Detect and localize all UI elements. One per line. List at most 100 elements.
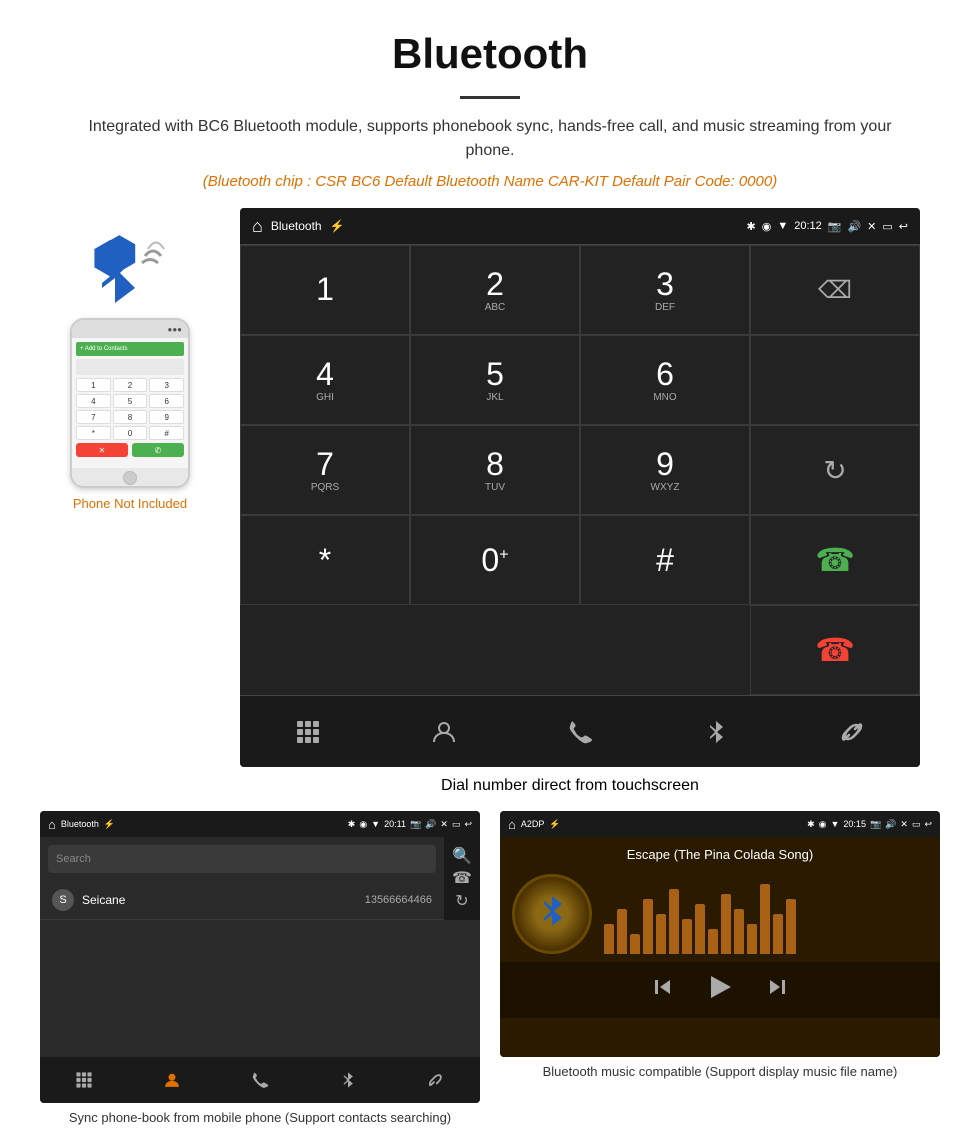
window-icon[interactable]: ▭ [882, 220, 892, 233]
phone-key-8[interactable]: 8 [113, 410, 148, 424]
camera-icon[interactable]: 📷 [828, 220, 842, 233]
refresh-icon: ↻ [823, 454, 846, 487]
phone-key-6[interactable]: 6 [149, 394, 184, 408]
pb-phone-sidebar-icon[interactable]: ☎ [452, 868, 472, 888]
page-title: Bluetooth [0, 0, 980, 88]
play-pause-button[interactable] [705, 972, 735, 1008]
music-screen-content: Escape (The Pina Colada Song) [500, 837, 940, 1057]
call-red-icon: ☎ [815, 631, 855, 669]
dial-key-8[interactable]: 8 TUV [410, 425, 580, 515]
dial-android-screen: ⌂ Bluetooth ⚡ ✱ ◉ ▼ 20:12 📷 🔊 ✕ ▭ ↩ [240, 208, 920, 767]
pb-refresh-sidebar-icon[interactable]: ↻ [455, 891, 468, 911]
phone-key-9[interactable]: 9 [149, 410, 184, 424]
dial-screen-caption: Dial number direct from touchscreen [200, 777, 940, 795]
nav-phone-icon[interactable] [512, 696, 648, 767]
music-camera-icon[interactable]: 📷 [870, 819, 881, 830]
pb-loc-icon: ◉ [359, 819, 367, 830]
pb-screen-title: Bluetooth [61, 819, 99, 829]
pb-nav-link[interactable] [392, 1057, 480, 1103]
next-track-button[interactable] [765, 975, 789, 1005]
music-back-icon[interactable]: ↩ [924, 819, 932, 830]
call-green-icon: ☎ [815, 541, 855, 579]
pb-home-icon[interactable]: ⌂ [48, 817, 56, 832]
back-icon[interactable]: ↩ [899, 220, 908, 233]
nav-dialpad-icon[interactable] [240, 696, 376, 767]
prev-track-button[interactable] [651, 975, 675, 1005]
dial-key-3[interactable]: 3 DEF [580, 245, 750, 335]
viz-bar [786, 899, 796, 954]
dial-refresh-cell[interactable]: ↻ [750, 425, 920, 515]
dial-key-4[interactable]: 4 GHI [240, 335, 410, 425]
dial-key-star[interactable]: * [240, 515, 410, 605]
pb-contact-row[interactable]: S Seicane 13566664466 [40, 881, 444, 920]
close-icon[interactable]: ✕ [867, 220, 876, 233]
pb-nav-dialpad[interactable] [40, 1057, 128, 1103]
phonebook-android-screen: ⌂ Bluetooth ⚡ ✱ ◉ ▼ 20:11 📷 🔊 ✕ ▭ ↩ [40, 811, 480, 1103]
viz-bar [708, 929, 718, 954]
phone-key-4[interactable]: 4 [76, 394, 111, 408]
dial-call-red-cell[interactable]: ☎ [750, 605, 920, 695]
viz-bar [773, 914, 783, 954]
dial-key-7[interactable]: 7 PQRS [240, 425, 410, 515]
music-close-icon[interactable]: ✕ [900, 819, 908, 830]
pb-window-icon[interactable]: ▭ [452, 819, 461, 830]
phone-key-2[interactable]: 2 [113, 378, 148, 392]
pb-status-left: ⌂ Bluetooth ⚡ [48, 817, 115, 832]
viz-bar [643, 899, 653, 954]
usb-icon: ⚡ [330, 219, 345, 233]
pb-nav-phone[interactable] [216, 1057, 304, 1103]
pb-bt-icon: ✱ [348, 819, 356, 830]
pb-status-bar: ⌂ Bluetooth ⚡ ✱ ◉ ▼ 20:11 📷 🔊 ✕ ▭ ↩ [40, 811, 480, 837]
dial-empty-cell-1 [750, 335, 920, 425]
phone-key-7[interactable]: 7 [76, 410, 111, 424]
pb-nav-bluetooth[interactable] [304, 1057, 392, 1103]
pb-camera-icon[interactable]: 📷 [410, 819, 421, 830]
viz-bar [656, 914, 666, 954]
pb-screen-content: Search S Seicane 13566664466 🔍 ☎ ↻ [40, 837, 480, 1057]
dial-call-green-cell[interactable]: ☎ [750, 515, 920, 605]
nav-contacts-icon[interactable] [376, 696, 512, 767]
title-underline [460, 96, 520, 99]
dial-backspace-cell[interactable]: ⌫ [750, 245, 920, 335]
phone-key-3[interactable]: 3 [149, 378, 184, 392]
volume-icon[interactable]: 🔊 [847, 220, 861, 233]
phone-call-buttons: ✕ ✆ [76, 443, 184, 457]
nav-link-icon[interactable] [784, 696, 920, 767]
home-icon[interactable]: ⌂ [252, 216, 263, 237]
phone-home-button[interactable] [123, 471, 137, 485]
pb-close-icon[interactable]: ✕ [440, 819, 448, 830]
dial-key-1[interactable]: 1 [240, 245, 410, 335]
phone-bottom-bar [72, 468, 188, 488]
dial-status-bar: ⌂ Bluetooth ⚡ ✱ ◉ ▼ 20:12 📷 🔊 ✕ ▭ ↩ [240, 208, 920, 244]
phone-key-5[interactable]: 5 [113, 394, 148, 408]
viz-bar [760, 884, 770, 954]
phone-number-display [76, 359, 184, 375]
phone-key-1[interactable]: 1 [76, 378, 111, 392]
album-art [512, 874, 592, 954]
music-loc-icon: ◉ [819, 819, 827, 830]
pb-nav-contacts[interactable] [128, 1057, 216, 1103]
pb-search-sidebar-icon[interactable]: 🔍 [452, 846, 472, 866]
phone-key-star[interactable]: * [76, 426, 111, 440]
phonebook-screen-block: ⌂ Bluetooth ⚡ ✱ ◉ ▼ 20:11 📷 🔊 ✕ ▭ ↩ [40, 811, 480, 1127]
main-content-area: ⬢ ⬢ ●●● + Add to Contacts [0, 208, 980, 767]
dial-key-5[interactable]: 5 JKL [410, 335, 580, 425]
music-signal-icon: ▼ [831, 819, 840, 829]
music-volume-icon[interactable]: 🔊 [885, 819, 896, 830]
dial-key-hash[interactable]: # [580, 515, 750, 605]
pb-contact-name: Seicane [82, 893, 365, 907]
dial-key-0[interactable]: 0+ [410, 515, 580, 605]
dial-key-6[interactable]: 6 MNO [580, 335, 750, 425]
dial-key-2[interactable]: 2 ABC [410, 245, 580, 335]
music-window-icon[interactable]: ▭ [912, 819, 921, 830]
pb-search-bar[interactable]: Search [48, 845, 436, 873]
dial-key-9[interactable]: 9 WXYZ [580, 425, 750, 515]
phone-section: ⬢ ⬢ ●●● + Add to Contacts [40, 208, 220, 511]
pb-search-placeholder: Search [56, 853, 91, 865]
pb-volume-icon[interactable]: 🔊 [425, 819, 436, 830]
phone-key-hash[interactable]: # [149, 426, 184, 440]
pb-back-icon[interactable]: ↩ [464, 819, 472, 830]
music-home-icon[interactable]: ⌂ [508, 817, 516, 832]
nav-bluetooth-icon[interactable] [648, 696, 784, 767]
phone-key-0[interactable]: 0 [113, 426, 148, 440]
